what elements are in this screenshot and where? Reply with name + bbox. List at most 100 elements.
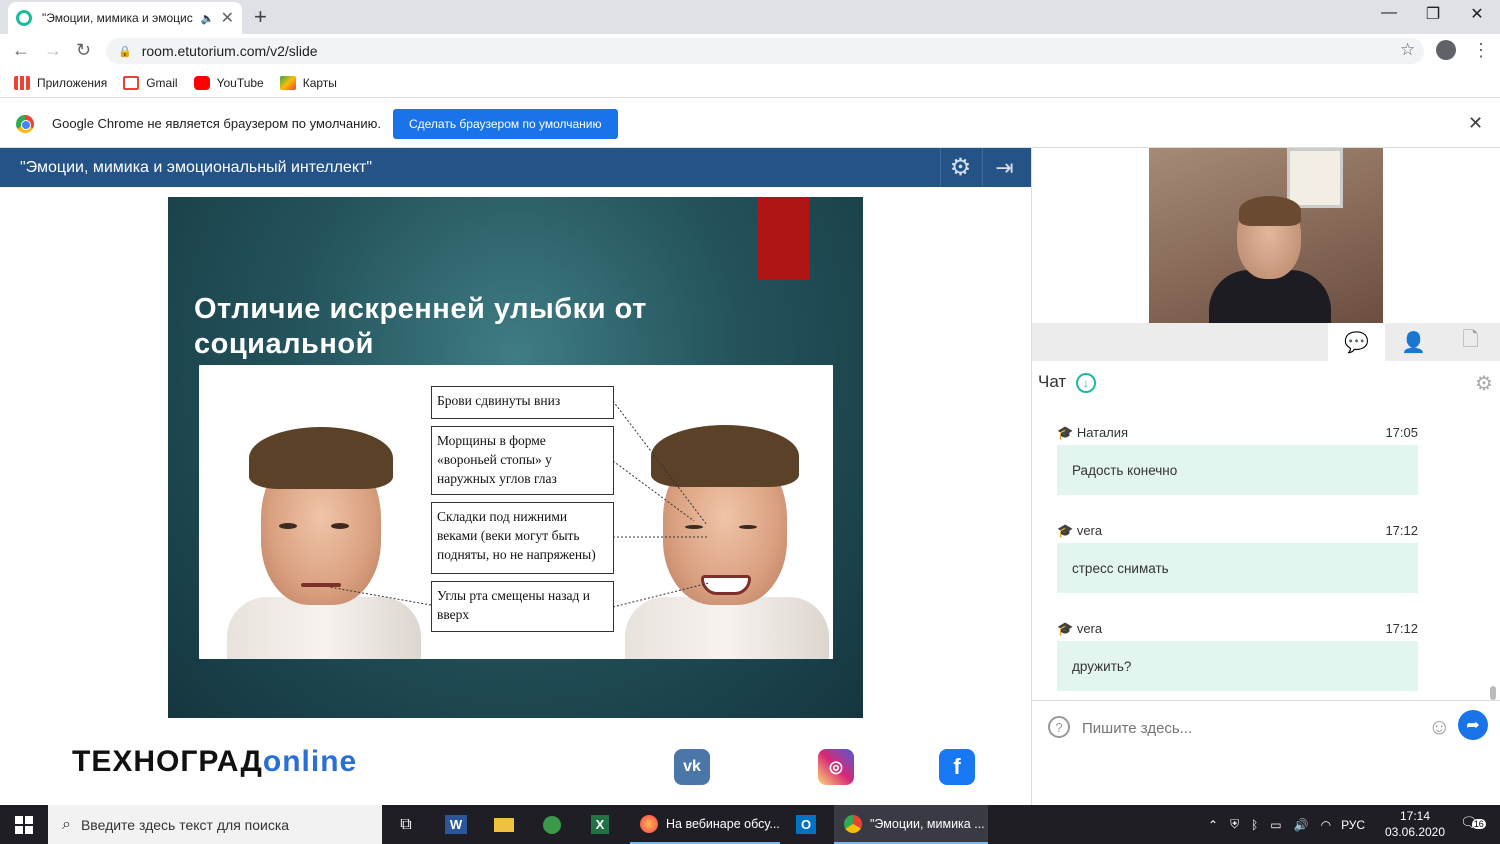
windows-logo-icon	[15, 815, 33, 834]
tekhnograd-logo: ТЕХНОГРАДonline	[72, 745, 358, 778]
infobar-close-icon[interactable]: ✕	[1468, 113, 1483, 134]
bluetooth-icon[interactable]: ᛒ	[1251, 818, 1258, 832]
gmail-icon	[123, 75, 140, 90]
slide-red-accent	[757, 197, 809, 280]
chat-message: 🎓 vera 17:12 дружить?	[1057, 621, 1418, 691]
apps-grid-icon	[14, 75, 30, 90]
clock-time: 17:14	[1399, 809, 1431, 823]
download-chat-icon[interactable]: ↓	[1076, 373, 1096, 393]
youtube-icon	[193, 75, 210, 90]
student-cap-icon: 🎓	[1057, 621, 1074, 636]
volume-icon[interactable]: 🔊	[1294, 818, 1309, 832]
chat-input[interactable]	[1082, 716, 1412, 740]
chrome-icon	[844, 814, 862, 833]
chat-settings-icon[interactable]: ⚙	[1475, 371, 1493, 396]
message-time: 17:12	[1385, 621, 1418, 636]
bookmark-apps[interactable]: Приложения	[14, 75, 107, 90]
help-icon[interactable]: ?	[1048, 716, 1070, 738]
chevron-up-icon[interactable]: ⌃	[1208, 818, 1218, 832]
video-wall-poster	[1287, 148, 1343, 208]
url-text: room.etutorium.com/v2/slide	[141, 43, 318, 59]
student-cap-icon: 🎓	[1057, 523, 1074, 538]
emoji-icon[interactable]: ☺	[1428, 714, 1450, 740]
bookmark-youtube[interactable]: YouTube	[193, 75, 264, 90]
chat-message: 🎓 Наталия 17:05 Радость конечно	[1057, 425, 1418, 495]
taskbar-search[interactable]: ⌕ Введите здесь текст для поиска	[48, 805, 382, 844]
firefox-icon	[640, 814, 658, 833]
smile-comparison-image: Брови сдвинуты вниз Морщины в форме «вор…	[199, 365, 833, 659]
taskbar-app-chrome[interactable]: "Эмоции, мимика ...	[834, 805, 988, 844]
maximize-icon[interactable]: ❐	[1410, 4, 1456, 24]
message-time: 17:12	[1385, 523, 1418, 538]
slide-title: Отличие искренней улыбки от социальной	[194, 293, 647, 360]
infobar-text: Google Chrome не является браузером по у…	[52, 116, 381, 131]
taskbar-app-firefox[interactable]: На вебинаре обсу...	[630, 805, 780, 844]
lock-icon: 🔒	[118, 45, 132, 58]
chat-scrollbar[interactable]	[1490, 686, 1496, 700]
battery-icon[interactable]: ▭	[1270, 818, 1281, 832]
participants-tab-icon[interactable]: 👤	[1385, 323, 1442, 361]
webinar-title: "Эмоции, мимика и эмоциональный интеллек…	[0, 148, 1031, 187]
label-brows: Брови сдвинуты вниз	[431, 386, 614, 419]
chat-tab-icon[interactable]: 💬	[1328, 323, 1385, 361]
presenter-hair	[1239, 196, 1301, 226]
new-tab-button[interactable]: +	[254, 4, 267, 30]
message-bubble: Радость конечно	[1057, 445, 1418, 495]
send-icon[interactable]: ➦	[1458, 710, 1488, 740]
bookmark-maps[interactable]: Карты	[279, 75, 337, 90]
profile-avatar-icon[interactable]	[1436, 40, 1456, 60]
bookmark-star-icon[interactable]: ☆	[1400, 40, 1415, 60]
wifi-icon[interactable]: ◠	[1321, 818, 1331, 832]
student-cap-icon: 🎓	[1057, 425, 1074, 440]
task-view-icon[interactable]: ⧉	[388, 805, 424, 844]
search-placeholder: Введите здесь текст для поиска	[80, 816, 290, 833]
security-icon[interactable]: ⛨	[1230, 817, 1239, 832]
forward-icon[interactable]: →	[44, 40, 62, 61]
bookmarks-bar: Приложения Gmail YouTube Карты	[0, 68, 1500, 98]
label-mouth-corners: Углы рта смещены назад и вверх	[431, 581, 614, 632]
exit-icon[interactable]: ⇥	[982, 148, 1026, 187]
message-author: Наталия	[1076, 425, 1129, 440]
label-eyelid-folds: Складки под нижними веками (веки могут б…	[431, 502, 614, 574]
settings-gear-icon[interactable]: ⚙	[940, 148, 980, 187]
set-default-button[interactable]: Сделать браузером по умолчанию	[392, 108, 618, 139]
facebook-icon[interactable]: f	[939, 749, 975, 785]
message-author: vera	[1076, 523, 1103, 538]
bookmark-gmail[interactable]: Gmail	[123, 75, 178, 90]
label-crows-feet: Морщины в форме «вороньей стопы» у наруж…	[431, 426, 614, 495]
message-time: 17:05	[1385, 425, 1418, 440]
maps-icon	[279, 75, 296, 90]
message-author: vera	[1076, 621, 1103, 636]
address-bar[interactable]: 🔒 room.etutorium.com/v2/slide	[106, 38, 1424, 64]
file-explorer-icon[interactable]	[486, 805, 522, 844]
word-icon[interactable]: W	[438, 805, 474, 844]
language-indicator[interactable]: РУС	[1341, 818, 1365, 832]
close-tab-icon[interactable]: ✕	[221, 8, 234, 28]
clock-date: 03.06.2020	[1384, 825, 1446, 839]
vk-icon[interactable]: vk	[674, 749, 710, 785]
instagram-icon[interactable]: ◎	[818, 749, 854, 785]
back-icon[interactable]: ←	[12, 40, 30, 61]
reload-icon[interactable]: ↻	[76, 40, 91, 61]
site-favicon-icon	[16, 10, 32, 26]
audio-icon[interactable]: 🔈	[201, 12, 215, 25]
menu-dots-icon[interactable]: ⋮	[1472, 40, 1490, 61]
chat-title: Чат	[1038, 372, 1067, 391]
windows-start-icon[interactable]	[0, 805, 48, 844]
default-browser-infobar: Google Chrome не является браузером по у…	[0, 100, 1500, 148]
minimize-icon[interactable]: —	[1366, 4, 1412, 22]
notification-center-icon[interactable]: 🗨16	[1460, 814, 1486, 831]
notification-count: 16	[1471, 819, 1486, 829]
browser-tab[interactable]: "Эмоции, мимика и эмоцис 🔈 ✕	[8, 2, 242, 34]
outlook-icon[interactable]: O	[788, 805, 824, 844]
tab-title: "Эмоции, мимика и эмоцис	[42, 11, 193, 25]
chrome-logo-icon	[16, 114, 34, 133]
close-window-icon[interactable]: ✕	[1454, 4, 1500, 24]
search-icon: ⌕	[62, 815, 71, 833]
globe-app-icon[interactable]	[534, 805, 570, 844]
clock[interactable]: 17:14 03.06.2020	[1380, 808, 1450, 840]
files-tab-icon[interactable]: 🗋	[1442, 323, 1499, 361]
excel-icon[interactable]: X	[582, 805, 618, 844]
message-bubble: дружить?	[1057, 641, 1418, 691]
chat-message: 🎓 vera 17:12 стресс снимать	[1057, 523, 1418, 593]
